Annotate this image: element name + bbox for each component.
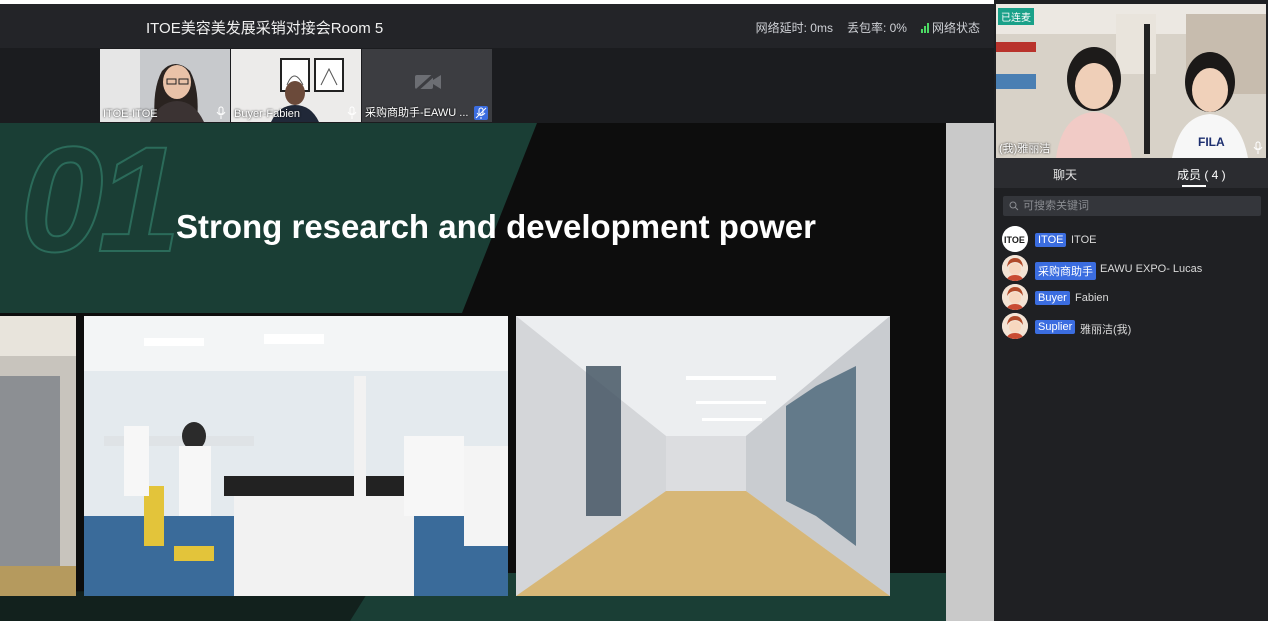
slide-title: Strong research and development power	[176, 208, 816, 245]
presentation-stage: 01 Strong research and development power	[0, 123, 994, 621]
active-tab-indicator	[1182, 185, 1206, 187]
member-role-badge: 采购商助手	[1035, 262, 1096, 280]
participant-tile[interactable]: ITOE-ITOE	[100, 49, 230, 122]
member-role-badge: Suplier	[1035, 320, 1076, 334]
member-name: 雅丽洁(我)	[1080, 324, 1132, 336]
side-panel: FILA 已连麦 (我)雅丽洁 聊天 成员 ( 4 ) ITOE ITOE IT…	[994, 0, 1268, 621]
network-status-label: 网络状态	[931, 21, 980, 35]
mic-muted-icon	[474, 106, 488, 120]
mic-icon	[216, 106, 226, 119]
participant-name: ITOE-ITOE	[103, 108, 158, 120]
tab-chat[interactable]: 聊天	[1053, 166, 1077, 183]
participant-name: Buyer-Fabien	[234, 108, 301, 120]
corridor-photo	[516, 316, 890, 596]
connected-badge: 已连麦	[998, 8, 1034, 25]
office-photo	[0, 316, 76, 596]
member-item[interactable]: Suplier 雅丽洁(我)	[1002, 313, 1262, 339]
slide-number-watermark: 01	[19, 123, 182, 284]
member-item[interactable]: Buyer Fabien	[1002, 284, 1262, 310]
participant-strip: ITOE-ITOE Buyer-Fabien 采购商助手-EAWU ...	[0, 48, 994, 123]
signal-icon	[920, 22, 929, 33]
mic-icon	[347, 106, 357, 119]
participant-name: 采购商助手-EAWU ...	[365, 107, 469, 119]
person-avatar	[1002, 313, 1028, 339]
member-role-badge: Buyer	[1035, 291, 1070, 305]
svg-text:ITOE: ITOE	[1004, 235, 1025, 245]
panel-tabs: 聊天 成员 ( 4 )	[994, 158, 1268, 188]
svg-text:FILA: FILA	[1198, 135, 1225, 149]
participant-tile[interactable]: Buyer-Fabien	[231, 49, 361, 122]
member-item[interactable]: ITOE ITOE ITOE	[1002, 226, 1262, 252]
member-item[interactable]: 采购商助手 EAWU EXPO- Lucas	[1002, 255, 1262, 281]
self-video[interactable]: FILA 已连麦 (我)雅丽洁	[996, 4, 1266, 158]
meeting-header: ITOE美容美发展采销对接会Room 5 网络延时: 0ms 丢包率: 0% 网…	[0, 4, 994, 48]
latency-text: 网络延时: 0ms	[755, 21, 833, 35]
member-name: Fabien	[1075, 292, 1109, 304]
itoe-logo-avatar: ITOE	[1002, 226, 1028, 252]
member-search[interactable]	[1003, 196, 1261, 216]
self-name: (我)雅丽洁	[999, 143, 1051, 155]
member-name: EAWU EXPO- Lucas	[1100, 263, 1203, 275]
tab-members[interactable]: 成员 ( 4 )	[1177, 166, 1226, 183]
video-off-icon	[414, 71, 441, 93]
video-meeting-window: ITOE美容美发展采销对接会Room 5 网络延时: 0ms 丢包率: 0% 网…	[0, 0, 1268, 621]
member-role-badge: ITOE	[1035, 233, 1067, 247]
member-name: ITOE	[1071, 234, 1097, 246]
network-info: 网络延时: 0ms 丢包率: 0% 网络状态	[756, 19, 980, 36]
laboratory-photo	[84, 316, 508, 596]
search-icon	[1009, 201, 1019, 211]
participant-tile[interactable]: 采购商助手-EAWU ...	[362, 49, 492, 122]
self-video-feed: FILA	[996, 4, 1266, 158]
packet-loss-text: 丢包率: 0%	[846, 21, 907, 35]
person-avatar	[1002, 255, 1028, 281]
person-avatar	[1002, 284, 1028, 310]
search-input[interactable]	[1023, 196, 1253, 216]
network-status-button[interactable]: 网络状态	[920, 19, 980, 36]
meeting-title: ITOE美容美发展采销对接会Room 5	[146, 20, 384, 37]
shared-slide: 01 Strong research and development power	[0, 123, 946, 621]
mic-icon	[1253, 141, 1263, 154]
